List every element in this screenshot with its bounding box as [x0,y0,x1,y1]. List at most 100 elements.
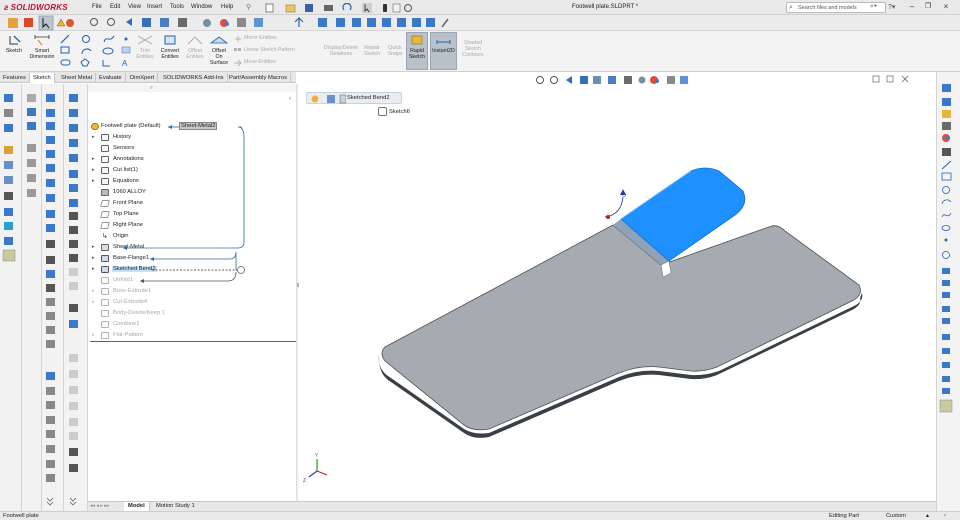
appearances-icon[interactable] [942,134,950,142]
view-settings-icon[interactable] [254,18,263,27]
help-icon[interactable]: ?▾ [888,3,895,11]
tab-features[interactable]: Features [0,73,30,83]
previous-view-icon[interactable] [126,18,132,26]
menu-window[interactable]: Window [191,4,212,10]
menu-file[interactable]: File [92,4,102,10]
view-orientation-icon[interactable] [160,18,169,27]
display-delete-relations-button[interactable]: Display/Delete Relations [320,45,362,57]
options-icon[interactable] [404,4,412,12]
repair-sketch-button[interactable]: Repair Sketch [360,45,384,57]
right-view-icon[interactable] [367,18,376,27]
slot-icon[interactable] [60,59,71,66]
convert-entities-button[interactable]: Convert Entities [157,34,183,60]
tab-addins[interactable]: SOLIDWORKS Add-Ins [160,73,228,83]
text-icon[interactable]: A [122,59,128,68]
zoom-area-icon[interactable] [107,18,115,26]
tp-rect-icon[interactable] [941,172,952,181]
viewport-close-icon[interactable] [901,75,909,83]
offset-entities-button[interactable]: Offset Entities [183,34,207,60]
left-view-icon[interactable] [352,18,361,27]
sheet-metal-plate[interactable] [378,167,863,438]
top-view-icon[interactable] [382,18,391,27]
circle-icon[interactable] [82,35,90,43]
view-palette-icon[interactable] [942,122,951,130]
instant2d-button[interactable]: Instant2D [430,32,457,70]
select-other-icon[interactable] [56,18,66,27]
tab-motion-study[interactable]: Motion Study 1 [152,503,199,509]
tab-dimxpert[interactable]: DimXpert [127,73,159,83]
normal-to-icon[interactable] [294,17,304,27]
traffic-light-icon[interactable] [383,4,387,12]
tp-ellipse-icon[interactable] [941,225,951,231]
zoom-to-fit-icon[interactable] [536,76,544,84]
tp-circle-icon[interactable] [942,186,950,194]
offset-on-surface-button[interactable]: Offset On Surface [207,34,231,66]
zoom-area-icon[interactable] [550,76,558,84]
bend-direction-indicator[interactable]: ⟲ [604,189,626,219]
solidworks-logo[interactable]: ƨ SOLIDWORKS [4,3,68,12]
quick-snaps-button[interactable]: Quick Snaps [384,45,406,57]
spline-icon[interactable] [103,35,115,43]
selection-arrow-icon[interactable] [38,15,54,31]
minimize-button[interactable]: – [906,2,918,13]
tp-point-icon[interactable] [944,238,948,242]
menu-help[interactable]: Help [221,4,233,10]
smart-dimension-button[interactable]: Smart Dimension [26,34,58,60]
rail2-icons[interactable] [27,94,36,197]
trim-entities-button[interactable]: Trim Entities [134,34,156,60]
hide-show-items-icon[interactable] [638,76,646,84]
menu-insert[interactable]: Insert [147,4,162,10]
tp-misc-icons[interactable] [939,268,953,413]
close-button[interactable]: × [940,2,952,13]
apply-scene-icon[interactable] [667,76,675,84]
status-more-icon[interactable]: ▫ [944,513,946,519]
collapse-panel-icon[interactable]: › [289,96,291,102]
tp-line-icon[interactable] [941,160,952,170]
view-settings-icon[interactable] [680,76,688,84]
hide-show-icon[interactable] [66,19,74,27]
search-options-icon[interactable]: ⌕▾ [870,3,877,11]
menu-view[interactable]: View [128,4,141,10]
file-explorer-icon[interactable] [942,110,951,118]
save-icon[interactable] [305,4,313,12]
units-dropdown-icon[interactable]: ▴ [926,513,929,519]
new-document-icon[interactable] [265,3,274,13]
tab-model[interactable]: Model [124,502,150,511]
tp-arc-icon[interactable] [941,199,952,205]
file-props-icon[interactable] [392,3,401,13]
viewport-maximize-icon[interactable] [886,75,894,83]
dynamic-annotation-icon[interactable] [593,76,601,84]
rail1-icons[interactable] [2,94,16,262]
line-icon[interactable] [60,34,70,44]
tab-scroll-arrows-icon[interactable]: ◂◂ ◂ ▸ ▸▸ [90,503,109,509]
welcome-icon[interactable] [8,18,18,28]
arc-icon[interactable] [81,48,92,55]
menu-tools[interactable]: Tools [170,4,184,10]
rapid-sketch-button[interactable]: Rapid Sketch [406,32,428,70]
view-orientation-icon[interactable] [608,76,616,84]
fillet-icon[interactable] [102,60,110,67]
move-entities-button[interactable]: Move Entities [233,59,313,71]
tab-evaluate[interactable]: Evaluate [96,73,126,83]
tab-sketch[interactable]: Sketch [30,73,55,83]
tab-sheet-metal[interactable]: Sheet Metal [58,73,96,83]
tp-spline-icon[interactable] [941,212,952,218]
edit-appearance-icon[interactable] [650,76,659,84]
rectangle-icon[interactable] [60,46,70,54]
section-view-icon[interactable] [142,18,151,27]
point-icon[interactable] [124,37,128,41]
single-view-icon[interactable] [426,18,435,27]
print-icon[interactable] [324,5,333,11]
eraser-icon[interactable] [441,18,449,28]
display-style-icon[interactable] [178,18,187,27]
viewport-restore-icon[interactable] [872,75,880,83]
tab-macros[interactable]: Part/Assembly Macros [226,73,291,83]
pin-icon[interactable]: ⚲ [246,3,251,11]
units-selector[interactable]: Custom [886,513,906,519]
linear-pattern-button[interactable]: Linear Sketch Pattern [233,47,313,59]
sw-resources-icon[interactable] [942,84,951,92]
select-icon[interactable] [362,3,372,13]
bottom-view-icon[interactable] [397,18,406,27]
front-view-icon[interactable] [318,18,327,27]
undo-icon[interactable] [342,2,352,11]
